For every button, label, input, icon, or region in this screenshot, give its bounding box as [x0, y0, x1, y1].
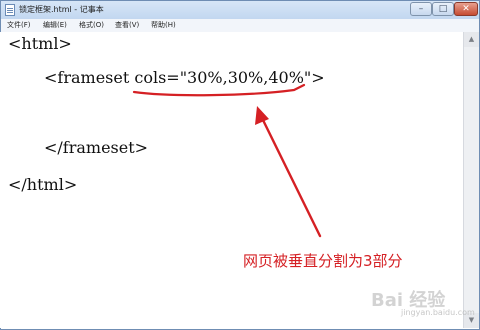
- red-arrow-head-icon: [255, 106, 269, 125]
- red-arrow-shaft: [260, 116, 322, 238]
- annotation-label: 网页被垂直分割为3部分: [243, 252, 403, 270]
- red-underline: [132, 83, 306, 97]
- annotation-overlay: [132, 83, 322, 238]
- baidu-watermark: Bai 经验 jingyan.baidu.com: [367, 282, 475, 322]
- watermark-url: jingyan.baidu.com: [401, 308, 475, 317]
